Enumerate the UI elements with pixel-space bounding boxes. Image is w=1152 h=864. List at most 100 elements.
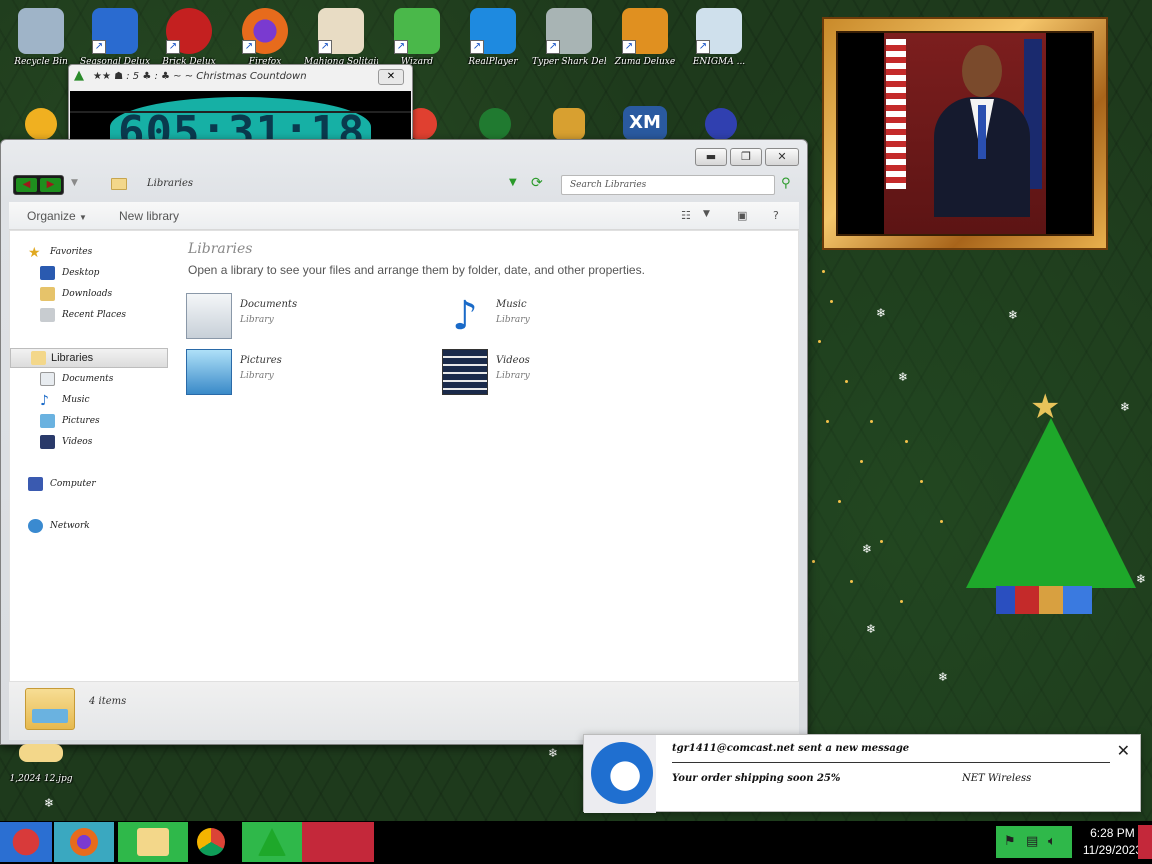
library-music[interactable]: ♪ Music Library [442,293,642,343]
desktop-icon-zuma[interactable]: ↗ Zuma Deluxe [608,8,682,67]
star-icon: ★ [1030,387,1061,427]
clock-date: 11/29/2023 [1082,843,1142,857]
libraries-main-pane: Libraries Open a library to see your fil… [180,231,798,681]
refresh-icon[interactable]: ⟳ [531,175,547,191]
clock-time: 6:28 PM [1090,826,1135,840]
person-head [962,45,1002,97]
address-dropdown-icon[interactable]: ▼ [509,177,517,188]
tree-icon [258,828,286,856]
nav-pictures[interactable]: Pictures [10,412,168,432]
nav-desktop[interactable]: Desktop [10,264,168,284]
close-button[interactable]: ✕ [765,148,799,166]
pictures-library-icon [186,349,232,395]
recent-places-icon [40,308,55,322]
nav-music[interactable]: ♪ Music [10,391,168,411]
computer-icon [28,477,43,491]
recent-pages-dropdown[interactable]: ▼ [71,178,78,188]
desktop-icon-recycle-bin[interactable]: Recycle Bin [4,8,78,67]
desktop-icon-globe[interactable] [684,108,758,140]
search-icon[interactable]: ⚲ [781,176,797,192]
minimize-button[interactable]: ▬ [695,148,727,166]
desktop-icon-gold[interactable] [532,108,606,140]
christmas-tree: ★ [956,390,1146,630]
app-2-icon: ↗ [92,8,138,54]
desktop-icon-firefox[interactable]: ↗ Firefox [228,8,302,67]
library-documents[interactable]: Documents Library [186,293,386,343]
firefox-icon [70,828,98,856]
taskbar-app-red[interactable] [302,822,374,862]
documents-library-icon [186,293,232,339]
preview-pane-icon[interactable]: ▣ [737,209,747,222]
desktop-icon-realplayer[interactable]: ↗ RealPlayer [456,8,530,67]
desktop-icon-mahjong[interactable]: ↗ Mahjong Solitaire [304,8,378,67]
red-fuzz-icon: ↗ [166,8,212,54]
nav-documents[interactable]: Documents [10,370,168,390]
nav-network[interactable]: Network [10,517,168,537]
taskbar-chrome[interactable] [190,822,232,862]
address-row: ◀ ▶ ▼ Libraries ▼ ⟳ Search Libraries ⚲ [9,174,799,198]
back-button[interactable]: ◀ [16,178,37,192]
flag-icon[interactable]: ⚑ [1004,834,1016,849]
desktop-icon-brick[interactable]: ↗ Brick Delux [152,8,226,67]
countdown-close-button[interactable]: ✕ [378,69,404,85]
command-bar: Organize ▼ New library ☷ ▼ ▣ ? [9,202,799,230]
desktop-icon-label: Zuma Deluxe [614,57,676,67]
volume-icon[interactable]: 🔈︎ [1048,834,1056,849]
desktop-icon-label: 1,2024 12.jpg [9,774,73,784]
start-button[interactable] [0,822,52,862]
zuma-icon: ↗ [622,8,668,54]
network-icon[interactable]: ▤ [1026,834,1038,849]
content-area: ★ Favorites Desktop Downloads Recent Pla… [9,230,799,682]
realplayer-icon: ↗ [470,8,516,54]
address-bar[interactable]: Libraries [147,178,193,189]
maximize-button[interactable]: ❐ [730,148,762,166]
new-library-button[interactable]: New library [119,209,179,223]
green-sphere-icon [479,108,511,140]
search-input[interactable]: Search Libraries [561,175,775,195]
desktop-icon-typer-shark[interactable]: ↗ Typer Shark Deluxe [532,8,606,67]
view-dropdown-icon[interactable]: ▼ [703,209,710,219]
system-clock[interactable]: 6:28 PM 11/29/2023 [1083,825,1142,859]
desktop-icon-jpg[interactable]: 1,2024 12.jpg [4,744,78,784]
notification-close-button[interactable]: ✕ [1117,741,1130,760]
organize-button[interactable]: Organize ▼ [27,209,87,223]
show-desktop-button[interactable] [1138,825,1152,859]
pictures-icon [40,414,55,428]
photo-background [884,33,1046,234]
taskbar-christmas-app[interactable] [242,822,302,862]
desktop-icon-enigma[interactable]: ↗ ENIGMA ... [682,8,756,67]
desktop-icon-seasonal[interactable]: ↗ Seasonal Delux [78,8,152,67]
desktop-icon-green-sphere[interactable] [458,108,532,140]
nav-recent-places[interactable]: Recent Places [10,306,168,326]
music-icon: ♪ [40,393,49,409]
help-button[interactable]: ? [773,209,779,222]
notification-divider [672,762,1110,763]
nav-videos[interactable]: Videos [10,433,168,453]
nav-downloads[interactable]: Downloads [10,285,168,305]
taskbar-explorer[interactable] [118,822,188,862]
tree-body [966,418,1136,588]
nav-computer[interactable]: Computer [10,475,168,495]
photo-frame-widget[interactable] [822,17,1108,250]
notification-from: NET Wireless [962,773,1032,784]
library-pictures[interactable]: Pictures Library [186,349,386,399]
countdown-display: 605:31:18 [70,91,411,145]
thunderbird-notification[interactable]: tgr1411@comcast.net sent a new message Y… [583,734,1141,813]
documents-icon [40,372,55,386]
image-file-icon [19,744,63,762]
videos-library-icon [442,349,488,395]
nav-libraries[interactable]: Libraries [10,348,168,368]
item-count: 4 items [89,696,127,707]
desktop-icon-wizard[interactable]: ↗ Wizard [380,8,454,67]
forward-button[interactable]: ▶ [40,178,61,192]
desktop-icon-label: Recycle Bin [14,57,68,67]
taskbar-firefox[interactable] [54,822,114,862]
view-options-icon[interactable]: ☷ [681,209,691,222]
library-videos[interactable]: Videos Library [442,349,642,399]
nav-favorites[interactable]: ★ Favorites [10,243,168,263]
desktop-icon-yellow[interactable] [4,108,78,140]
person-tie [978,105,986,159]
folder-icon [137,828,169,856]
desktop-icon-xm[interactable]: XM [608,106,682,140]
firefox-icon: ↗ [242,8,288,54]
